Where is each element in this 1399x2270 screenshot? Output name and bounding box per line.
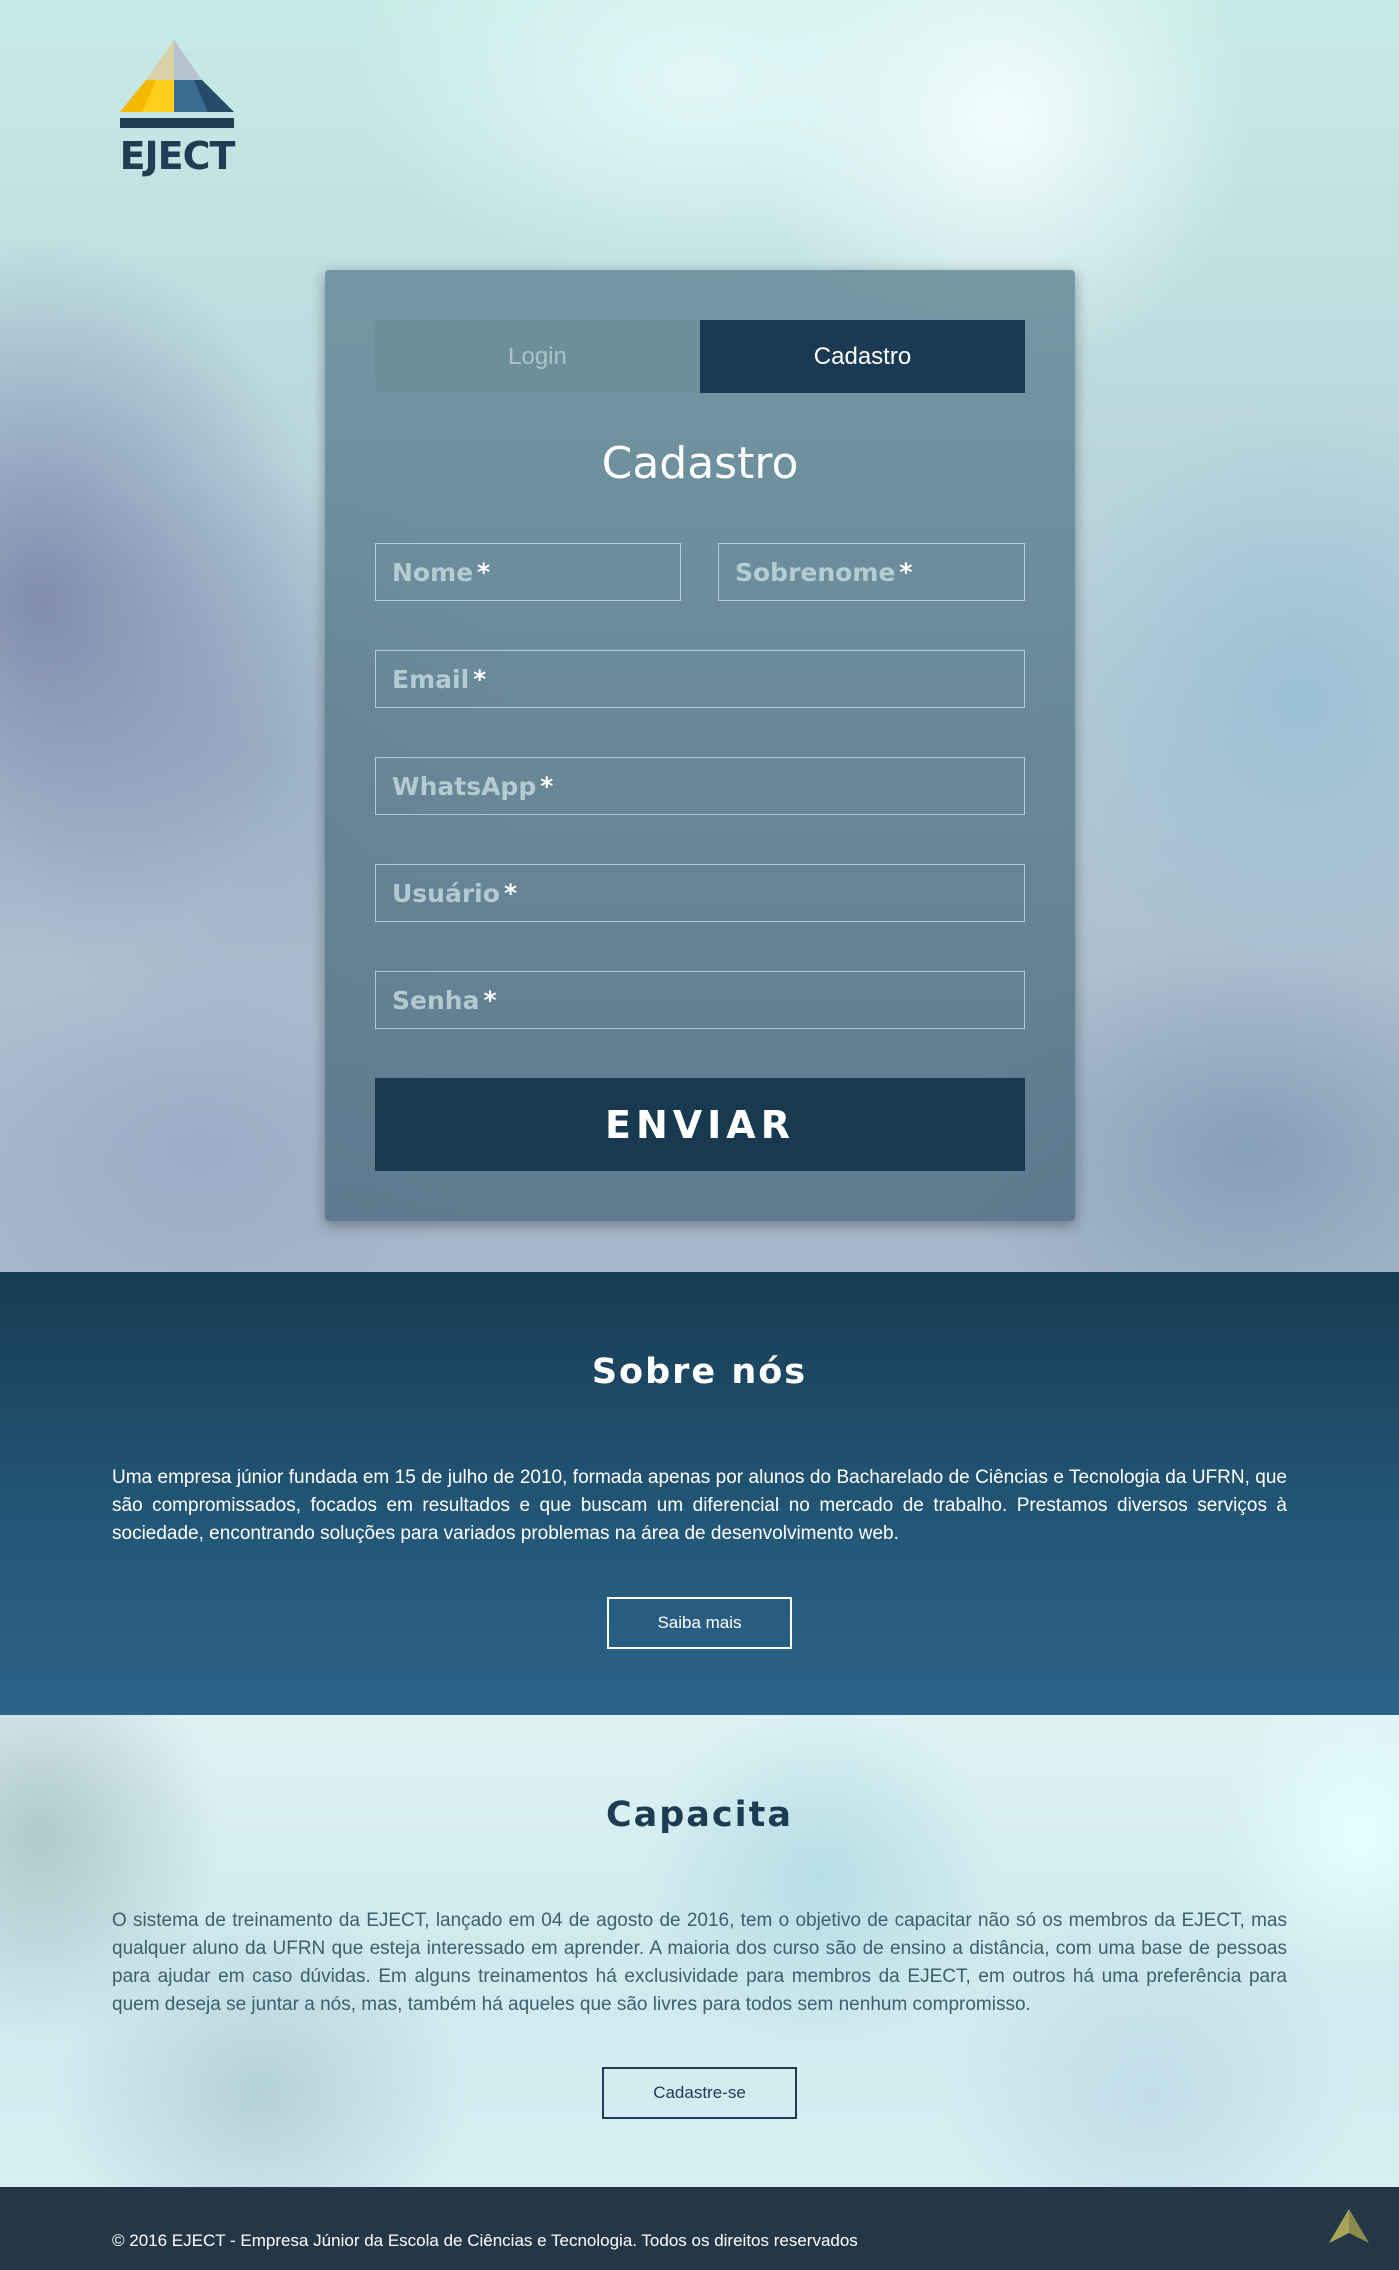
usuario-placeholder: Usuário (392, 878, 500, 908)
footer-copyright: © 2016 EJECT - Empresa Júnior da Escola … (112, 2231, 858, 2250)
required-mark: * (503, 878, 518, 908)
capacita-section: Capacita O sistema de treinamento da EJE… (0, 1715, 1399, 2187)
sobre-title: Sobre nós (591, 1352, 808, 1392)
register-card: Login Cadastro Cadastro Nome * Sobrenome *… (325, 270, 1075, 1221)
tab-cadastro[interactable]: Cadastro (700, 320, 1025, 393)
cadastre-se-button[interactable]: Cadastre-se (602, 2067, 797, 2119)
whatsapp-placeholder: WhatsApp (392, 771, 537, 801)
usuario-field[interactable]: Usuário * (375, 864, 1025, 922)
senha-placeholder: Senha (392, 985, 480, 1015)
required-mark: * (483, 985, 497, 1015)
required-mark: * (473, 664, 487, 694)
required-mark: * (477, 557, 491, 587)
hero-section: EJECT Login Cadastro Cadastro Nome * Sobr… (0, 0, 1399, 1272)
logo-text: EJECT (119, 134, 236, 178)
sobre-text: Uma empresa júnior fundada em 15 de julh… (112, 1467, 1287, 1544)
eject-logo[interactable]: EJECT (118, 38, 236, 180)
capacita-text: O sistema de treinamento da EJECT, lança… (112, 1910, 1287, 2015)
saiba-mais-button[interactable]: Saiba mais (607, 1597, 792, 1649)
required-mark: * (540, 771, 554, 801)
email-field[interactable]: Email * (375, 650, 1025, 708)
sobrenome-placeholder: Sobrenome (735, 557, 896, 587)
capacita-title: Capacita (605, 1795, 794, 1835)
nome-field[interactable]: Nome * (375, 543, 681, 601)
sobrenome-field[interactable]: Sobrenome * (718, 543, 1025, 601)
form-title: Cadastro (601, 438, 799, 489)
auth-tabs: Login Cadastro (375, 320, 1025, 393)
enviar-button[interactable]: ENVIAR (375, 1078, 1025, 1171)
nome-placeholder: Nome (392, 557, 474, 587)
senha-field[interactable]: Senha * (375, 971, 1025, 1029)
tab-login[interactable]: Login (375, 320, 700, 393)
whatsapp-field[interactable]: WhatsApp * (375, 757, 1025, 815)
chevron-up-icon[interactable] (1327, 2207, 1371, 2247)
required-mark: * (899, 557, 913, 587)
sobre-section: Sobre nós Uma empresa júnior fundada em … (0, 1272, 1399, 1715)
footer: © 2016 EJECT - Empresa Júnior da Escola … (0, 2187, 1399, 2270)
logo-pyramid-icon (120, 40, 234, 128)
email-placeholder: Email (392, 664, 470, 694)
